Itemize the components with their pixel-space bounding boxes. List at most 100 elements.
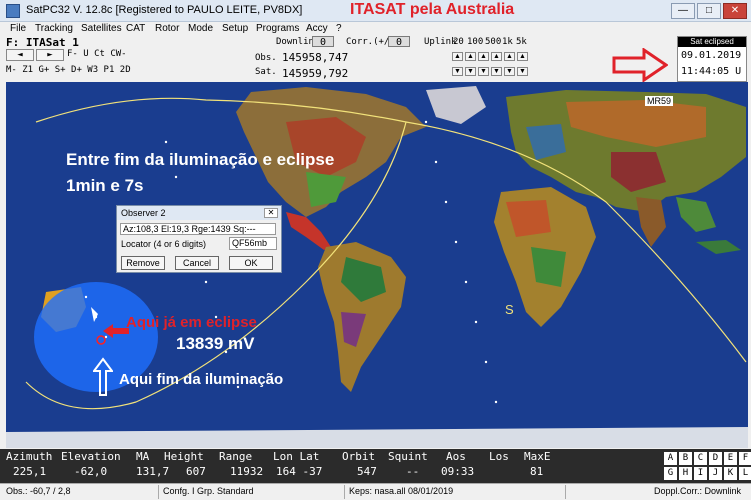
header-maxe: MaxE bbox=[524, 450, 551, 463]
letter-k-button[interactable]: K bbox=[724, 467, 737, 480]
annotation-end-illumination: Aqui fim da iluminação bbox=[119, 371, 284, 388]
menu-file[interactable]: File bbox=[10, 22, 26, 36]
correction-value[interactable]: 0 bbox=[388, 36, 410, 48]
header-elevation: Elevation bbox=[61, 450, 121, 463]
status-divider bbox=[344, 485, 345, 499]
status-config: Confg. I Grp. Standard bbox=[163, 486, 254, 496]
annotation-voltage: 13839 mV bbox=[176, 334, 255, 353]
spin-up-1[interactable]: ▲ bbox=[452, 52, 463, 61]
value-elevation: -62,0 bbox=[74, 465, 108, 478]
status-doppler: Doppl.Corr.: Downlink bbox=[654, 486, 742, 496]
spin-up-5[interactable]: ▲ bbox=[504, 52, 515, 61]
value-ma: 131,7 bbox=[136, 465, 170, 478]
spin-down-4[interactable]: ▼ bbox=[491, 67, 502, 76]
value-range: 11932 bbox=[230, 465, 264, 478]
value-orbit: 547 bbox=[357, 465, 377, 478]
menu-setup[interactable]: Setup bbox=[222, 22, 248, 36]
header-range: Range bbox=[219, 450, 253, 463]
letter-f-button[interactable]: F bbox=[739, 452, 751, 465]
white-up-arrow-icon bbox=[93, 357, 113, 396]
header-ma: MA bbox=[136, 450, 150, 463]
locator-input[interactable]: QF56mb bbox=[229, 237, 277, 250]
status-bar: Obs.: -60,7 / 2,8 Confg. I Grp. Standard… bbox=[0, 483, 751, 500]
downlink-value[interactable]: 0 bbox=[312, 36, 334, 48]
quick-controls-row2[interactable]: M- Z1 G+ S+ D+ W3 P1 2D bbox=[6, 65, 131, 75]
tracking-data-panel: Azimuth Elevation MA Height Range Lon La… bbox=[0, 449, 660, 483]
step-20[interactable]: 20 bbox=[453, 37, 464, 47]
letter-g-button[interactable]: G bbox=[664, 467, 677, 480]
clock-panel: Sat eclipsed 09.01.2019 11:44:05 U bbox=[677, 36, 747, 82]
spin-down-6[interactable]: ▼ bbox=[517, 67, 528, 76]
status-keps: Keps: nasa.all 08/01/2019 bbox=[349, 486, 454, 496]
obs-frequency[interactable]: 145958,747 bbox=[282, 51, 348, 64]
quick-controls-row1[interactable]: F- U Ct CW- bbox=[67, 49, 127, 59]
header-aos: Aos bbox=[446, 450, 466, 463]
letter-h-button[interactable]: H bbox=[679, 467, 692, 480]
value-height: 607 bbox=[186, 465, 206, 478]
menu-mode[interactable]: Mode bbox=[188, 22, 213, 36]
spin-down-3[interactable]: ▼ bbox=[478, 67, 489, 76]
status-divider bbox=[565, 485, 566, 499]
red-arrow-icon bbox=[103, 324, 129, 338]
value-maxe: 81 bbox=[530, 465, 544, 478]
letter-e-button[interactable]: E bbox=[724, 452, 737, 465]
spin-down-5[interactable]: ▼ bbox=[504, 67, 515, 76]
value-azimuth: 225,1 bbox=[13, 465, 47, 478]
menu-tracking[interactable]: Tracking bbox=[35, 22, 73, 36]
value-lon-lat: 164 -37 bbox=[276, 465, 323, 478]
menu-cat[interactable]: CAT bbox=[126, 22, 145, 36]
minimize-button[interactable]: — bbox=[671, 3, 695, 19]
status-observer: Obs.: -60,7 / 2,8 bbox=[6, 486, 71, 496]
menu-satellites[interactable]: Satellites bbox=[81, 22, 122, 36]
letter-i-button[interactable]: I bbox=[694, 467, 707, 480]
ok-button[interactable]: OK bbox=[229, 256, 273, 270]
letter-j-button[interactable]: J bbox=[709, 467, 722, 480]
dialog-close-button[interactable]: ✕ bbox=[264, 208, 278, 218]
maximize-button[interactable]: □ bbox=[697, 3, 721, 19]
next-satellite-button[interactable]: ► bbox=[36, 49, 64, 61]
menu-rotor[interactable]: Rotor bbox=[155, 22, 179, 36]
step-100[interactable]: 100 bbox=[467, 37, 483, 47]
eclipse-status-badge: Sat eclipsed bbox=[678, 37, 746, 47]
header-height: Height bbox=[164, 450, 204, 463]
dialog-title: Observer 2 bbox=[117, 206, 281, 220]
close-button[interactable]: ✕ bbox=[723, 3, 747, 19]
annotation-eclipse-duration: 1min e 7s bbox=[66, 176, 144, 195]
annotation-title: ITASAT pela Australia bbox=[350, 1, 515, 18]
letter-a-button[interactable]: A bbox=[664, 452, 677, 465]
step-500[interactable]: 500 bbox=[485, 37, 501, 47]
uplink-label: Uplink bbox=[424, 37, 457, 47]
spin-up-3[interactable]: ▲ bbox=[478, 52, 489, 61]
title-bar: SatPC32 V. 12.8c [Registered to PAULO LE… bbox=[0, 0, 751, 22]
app-icon bbox=[6, 4, 20, 18]
spin-down-1[interactable]: ▼ bbox=[452, 67, 463, 76]
observer-readout: Az:108,3 El:19,3 Rge:1439 Sq:--- bbox=[120, 223, 276, 235]
sun-marker: S bbox=[505, 302, 514, 317]
annotation-already-eclipse: Aqui já em eclipse bbox=[126, 314, 257, 331]
letter-c-button[interactable]: C bbox=[694, 452, 707, 465]
remove-button[interactable]: Remove bbox=[121, 256, 165, 270]
letter-b-button[interactable]: B bbox=[679, 452, 692, 465]
spin-up-4[interactable]: ▲ bbox=[491, 52, 502, 61]
satellite-label-mr59: MR59 bbox=[645, 96, 674, 106]
value-squint: -- bbox=[406, 465, 420, 478]
spin-up-2[interactable]: ▲ bbox=[465, 52, 476, 61]
menu-accy[interactable]: Accy bbox=[306, 22, 328, 36]
header-squint: Squint bbox=[388, 450, 428, 463]
header-orbit: Orbit bbox=[342, 450, 376, 463]
sat-frequency: 145959,792 bbox=[282, 67, 349, 80]
spin-up-6[interactable]: ▲ bbox=[517, 52, 528, 61]
annotation-eclipse-interval: Entre fim da iluminação e eclipse bbox=[66, 150, 335, 169]
value-aos: 09:33 bbox=[441, 465, 475, 478]
menu-programs[interactable]: Programs bbox=[256, 22, 299, 36]
step-1k[interactable]: 1k bbox=[502, 37, 513, 47]
spin-down-2[interactable]: ▼ bbox=[465, 67, 476, 76]
arrow-annotation-icon bbox=[612, 48, 668, 82]
cancel-button[interactable]: Cancel bbox=[175, 256, 219, 270]
letter-l-button[interactable]: L bbox=[739, 467, 751, 480]
utc-date: 09.01.2019 bbox=[681, 50, 742, 61]
prev-satellite-button[interactable]: ◄ bbox=[6, 49, 34, 61]
menu-help[interactable]: ? bbox=[336, 22, 342, 36]
letter-d-button[interactable]: D bbox=[709, 452, 722, 465]
step-5k[interactable]: 5k bbox=[516, 37, 527, 47]
